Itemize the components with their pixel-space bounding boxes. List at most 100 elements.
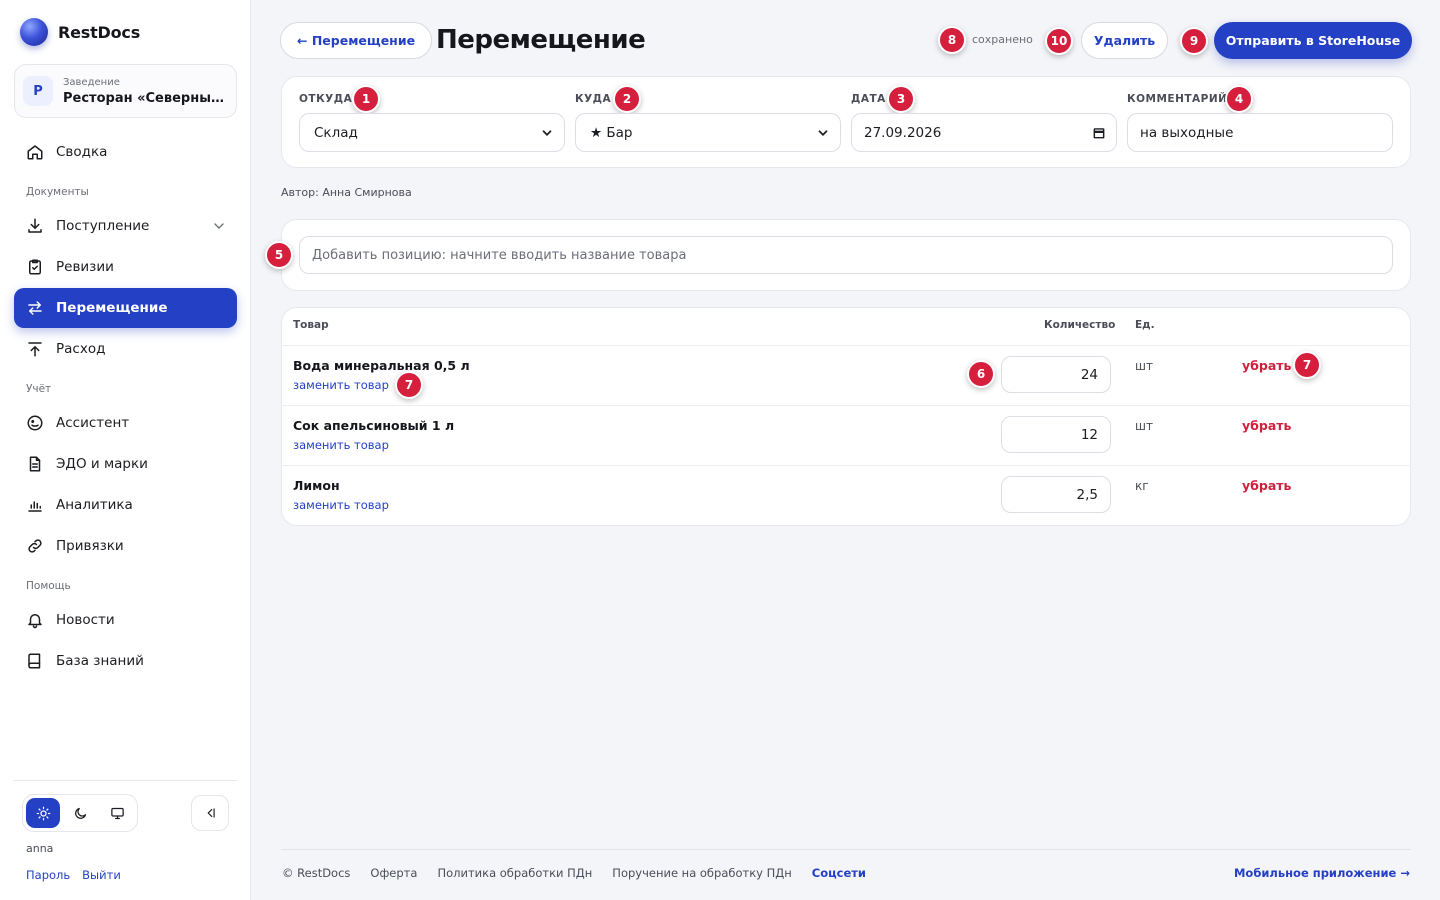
replace-item-link[interactable]: заменить товар	[293, 438, 389, 452]
bell-icon	[28, 614, 42, 629]
theme-system-button[interactable]	[100, 798, 134, 828]
nav-receipts[interactable]: Поступление	[14, 207, 237, 245]
nav-knowledge[interactable]: База знаний	[14, 642, 237, 680]
nav-edo-label: ЭДО и марки	[56, 456, 148, 472]
replace-item-link[interactable]: заменить товар	[293, 378, 389, 392]
nav-revisions[interactable]: Ревизии	[14, 248, 237, 286]
sun-icon	[36, 806, 50, 820]
nav-transfer[interactable]: Перемещение	[14, 288, 237, 328]
theme-light-button[interactable]	[26, 798, 60, 828]
brand-name: RestDocs	[58, 22, 141, 42]
document-icon	[29, 456, 41, 472]
marker-3: 3	[887, 85, 915, 113]
unit-label: шт	[1135, 419, 1153, 433]
user-name: anna	[26, 842, 54, 855]
moon-icon	[74, 807, 86, 819]
row-divider	[281, 405, 1411, 406]
nav-assistant[interactable]: Ассистент	[14, 404, 237, 442]
date-value: 27.09.2026	[864, 124, 942, 141]
marker-10: 10	[1045, 27, 1073, 55]
remove-item-link[interactable]: убрать	[1242, 358, 1291, 373]
row-divider	[281, 345, 1411, 346]
venue-avatar: Р	[23, 76, 53, 106]
collapse-left-icon	[207, 808, 215, 818]
footer-social-link[interactable]: Соцсети	[812, 866, 866, 880]
footer-instruction-link[interactable]: Поручение на обработку ПДн	[612, 866, 791, 880]
add-item-input[interactable]	[299, 236, 1393, 274]
date-label: ДАТА	[851, 93, 886, 105]
marker-2: 2	[613, 85, 641, 113]
footer-policy-link[interactable]: Политика обработки ПДн	[437, 866, 592, 880]
nav-expense[interactable]: Расход	[14, 330, 237, 368]
from-label: ОТКУДА	[299, 93, 353, 105]
venue-selector[interactable]: Р Заведение Ресторан «Северный двор»	[14, 64, 237, 118]
col-qty-header: Количество	[1044, 319, 1116, 331]
unit-label: кг	[1135, 479, 1149, 493]
nav-bindings[interactable]: Привязки	[14, 527, 237, 565]
delete-button[interactable]: Удалить	[1081, 22, 1168, 59]
footer-mobile-app-link[interactable]: Мобильное приложение →	[1234, 866, 1410, 880]
nav-section-accounting: Учёт	[26, 383, 52, 395]
back-button[interactable]: ← Перемещение	[280, 22, 433, 59]
item-name: Сок апельсиновый 1 л	[293, 418, 455, 433]
nav-transfer-label: Перемещение	[56, 300, 168, 316]
nav-analytics[interactable]: Аналитика	[14, 486, 237, 524]
chevron-down-icon[interactable]	[211, 218, 227, 234]
nav-section-documents: Документы	[26, 186, 89, 198]
nav-summary[interactable]: Сводка	[14, 133, 237, 171]
nav-news[interactable]: Новости	[14, 601, 237, 639]
comment-input[interactable]: на выходные	[1127, 113, 1393, 152]
quantity-input[interactable]: 2,5	[1001, 476, 1111, 513]
quantity-input[interactable]: 24	[1001, 356, 1111, 393]
col-unit-header: Ед.	[1135, 319, 1155, 331]
marker-5: 5	[265, 241, 293, 269]
book-icon	[28, 653, 41, 669]
logout-link[interactable]: Выйти	[82, 868, 121, 882]
remove-item-link[interactable]: убрать	[1242, 478, 1291, 493]
replace-item-link[interactable]: заменить товар	[293, 498, 389, 512]
to-select[interactable]: ★ Бар	[575, 113, 841, 152]
row-divider	[281, 465, 1411, 466]
footer-copyright: © RestDocs	[282, 866, 351, 880]
footer-offer-link[interactable]: Оферта	[370, 866, 417, 880]
nav-news-label: Новости	[56, 612, 115, 628]
nav-edo[interactable]: ЭДО и марки	[14, 445, 237, 483]
remove-item-link[interactable]: убрать	[1242, 418, 1291, 433]
nav-assistant-label: Ассистент	[56, 415, 130, 431]
collapse-sidebar-button[interactable]	[191, 795, 229, 831]
nav-analytics-label: Аналитика	[56, 497, 133, 513]
monitor-icon	[110, 807, 124, 819]
to-label: КУДА	[575, 93, 612, 105]
comment-label: КОММЕНТАРИЙ	[1127, 93, 1228, 105]
calendar-icon[interactable]	[1092, 126, 1106, 140]
from-value: Склад	[314, 124, 358, 141]
theme-dark-button[interactable]	[63, 798, 97, 828]
brand[interactable]: RestDocs	[20, 18, 140, 46]
quantity-input[interactable]: 12	[1001, 416, 1111, 453]
chevron-down-icon	[542, 130, 552, 136]
marker-8: 8	[938, 26, 966, 54]
date-input[interactable]: 27.09.2026	[851, 113, 1117, 152]
nav-knowledge-label: База знаний	[56, 653, 144, 669]
footer-links: © RestDocs Оферта Политика обработки ПДн…	[282, 866, 866, 880]
marker-4: 4	[1225, 85, 1253, 113]
marker-1: 1	[352, 85, 380, 113]
send-to-storehouse-button[interactable]: Отправить в StoreHouse	[1214, 22, 1412, 59]
venue-name: Ресторан «Северный двор»	[63, 90, 225, 106]
password-link[interactable]: Пароль	[26, 868, 70, 882]
sidebar: RestDocs Р Заведение Ресторан «Северный …	[0, 0, 251, 900]
arrows-swap-icon	[28, 301, 42, 315]
saved-status: сохранено	[972, 33, 1033, 46]
venue-caption: Заведение	[63, 76, 120, 88]
chevron-down-icon	[818, 130, 828, 136]
col-item-header: Товар	[293, 319, 329, 331]
comment-value: на выходные	[1140, 124, 1234, 141]
unit-label: шт	[1135, 359, 1153, 373]
marker-7: 7	[1293, 351, 1321, 379]
footer-divider	[281, 849, 1411, 850]
item-name: Вода минеральная 0,5 л	[293, 358, 470, 373]
home-icon	[27, 145, 43, 160]
from-select[interactable]: Склад	[299, 113, 565, 152]
nav-bindings-label: Привязки	[56, 538, 124, 554]
bar-chart-icon	[28, 501, 42, 512]
